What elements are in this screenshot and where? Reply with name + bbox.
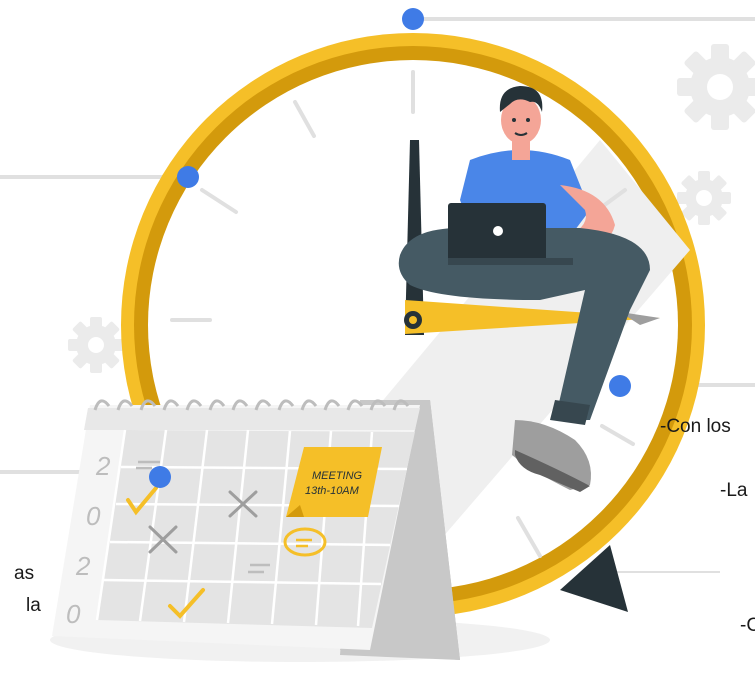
calendar-year-digit: 0 [66,599,81,629]
gear-icon [68,317,124,373]
calendar-year-digit: 2 [95,451,111,481]
callout-text: -La [720,480,748,501]
sticky-note-text: MEETING [312,470,363,482]
gear-icon [677,44,755,130]
calendar-year-digit: 2 [75,551,91,581]
callout-text: as [14,563,35,584]
callout-text: -C [740,615,755,636]
callout-text: -Con los [660,416,731,437]
sticky-note-text: 13th-10AM [305,485,360,497]
calendar-year-digit: 0 [86,501,101,531]
callout-text: la [26,595,41,616]
gear-icon [677,171,731,225]
illustration: 2 0 2 0 MEETING 13th-10AM [0,8,755,662]
calendar: 2 0 2 0 MEETING 13th-10AM [52,399,460,660]
